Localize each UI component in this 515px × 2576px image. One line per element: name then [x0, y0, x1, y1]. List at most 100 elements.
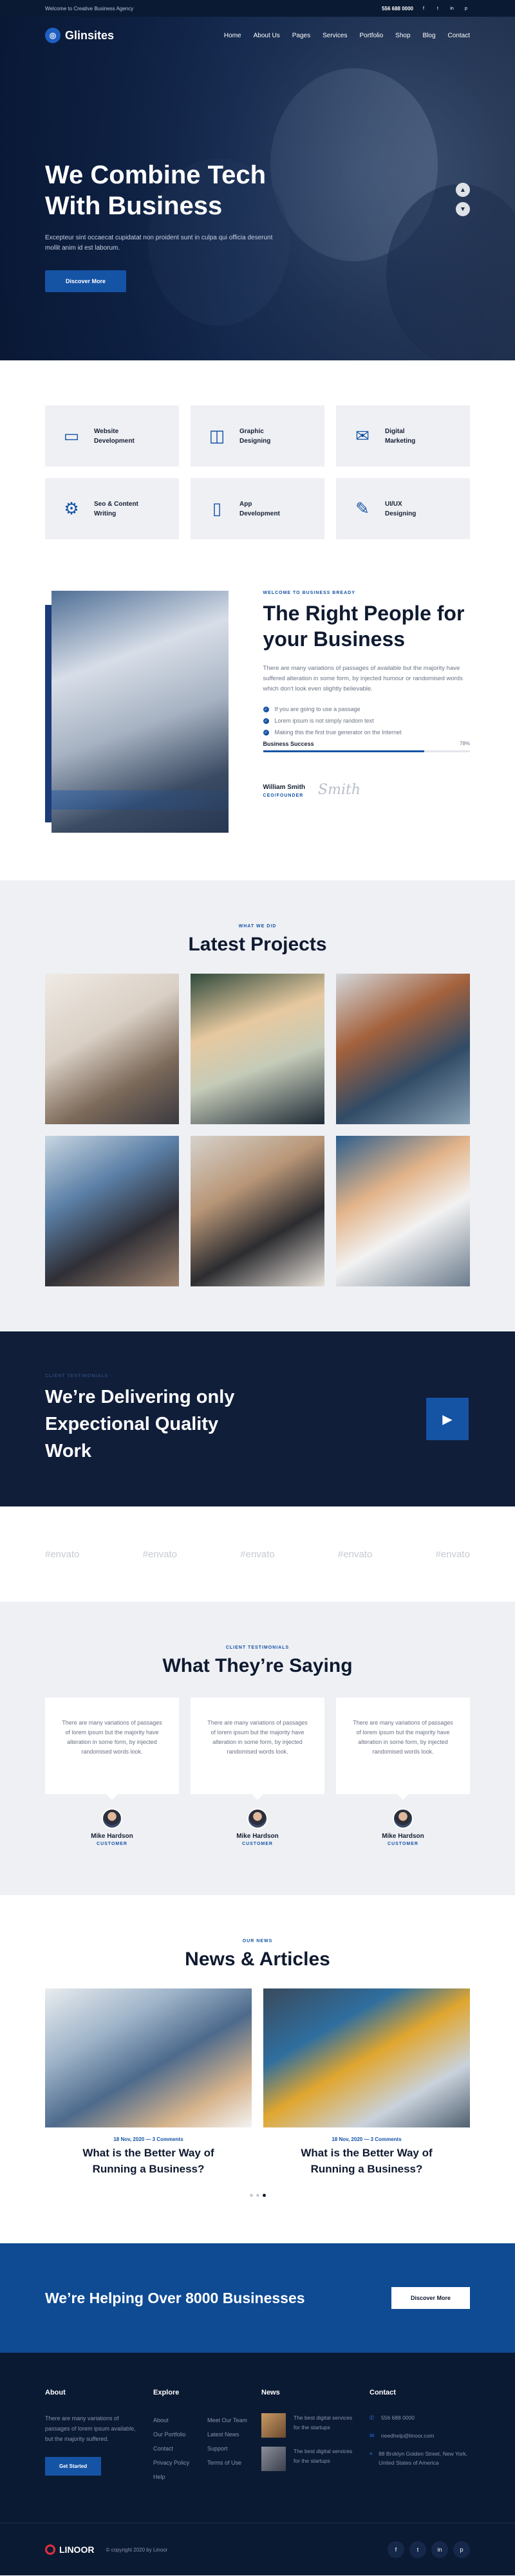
- service-card[interactable]: ◫ Graphic Designing: [191, 405, 324, 467]
- carousel-dot[interactable]: [256, 2194, 259, 2197]
- footer-link[interactable]: Our Portfolio: [153, 2427, 189, 2442]
- footer-contact: Contact ✆ 556 688 0000 ✉ needhelp@linoor.c…: [370, 2389, 470, 2484]
- nav-item-about[interactable]: About Us: [254, 32, 280, 39]
- pinterest-icon[interactable]: p: [453, 2541, 470, 2558]
- hero-title-line2: With Business: [45, 192, 223, 220]
- footer-about: About There are many variations of passa…: [45, 2389, 153, 2484]
- footer-link[interactable]: Terms of Use: [207, 2456, 247, 2470]
- footer-link[interactable]: Meet Our Team: [207, 2413, 247, 2427]
- testimonial-text: There are many variations of passages of…: [191, 1698, 324, 1800]
- service-card[interactable]: ▭ Website Development: [45, 405, 179, 467]
- facebook-icon[interactable]: f: [388, 2541, 404, 2558]
- footer-link[interactable]: Support: [207, 2442, 247, 2456]
- instagram-icon[interactable]: in: [448, 5, 456, 12]
- project-image[interactable]: [45, 974, 179, 1124]
- nav-item-blog[interactable]: Blog: [423, 32, 436, 39]
- news-image[interactable]: [263, 1988, 470, 2127]
- twitter-icon[interactable]: t: [409, 2541, 426, 2558]
- testimonial-role: CUSTOMER: [388, 1842, 418, 1846]
- news-thumbnail: [261, 2413, 286, 2438]
- footer-news-item[interactable]: The best digital services for the startu…: [261, 2447, 370, 2471]
- monitor-icon: ▭: [63, 426, 80, 445]
- footer-social: f t in p: [388, 2541, 470, 2558]
- service-card[interactable]: ✉ Digital Marketing: [336, 405, 470, 467]
- signature-role: CEO/FOUNDER: [263, 793, 304, 798]
- app-icon: ▯: [212, 499, 222, 518]
- hero-discover-button[interactable]: Discover More: [45, 270, 127, 292]
- service-title-line1: Seo & Content: [94, 500, 138, 508]
- footer-news-item[interactable]: The best digital services for the startu…: [261, 2413, 370, 2438]
- chevron-down-icon[interactable]: ▼: [456, 202, 470, 216]
- hero-title: We Combine Tech With Business: [45, 160, 303, 221]
- contact-address: 88 Broklyn Golden Street, New York, Unit…: [379, 2451, 468, 2466]
- brand-logo: #envato: [337, 1548, 373, 1560]
- news-card[interactable]: 18 Nov, 2020 — 3 Comments What is the Be…: [263, 1988, 470, 2177]
- nav-item-shop[interactable]: Shop: [395, 32, 410, 39]
- instagram-icon[interactable]: in: [431, 2541, 448, 2558]
- footer-explore-title: Explore: [153, 2389, 180, 2396]
- carousel-dot-active[interactable]: [262, 2194, 266, 2197]
- phone-number[interactable]: 556 688 0000: [382, 6, 413, 12]
- check-item: ✓ If you are going to use a passage: [263, 706, 470, 712]
- service-card[interactable]: ▯ App Development: [191, 478, 324, 539]
- contact-phone[interactable]: 556 688 0000: [381, 2413, 415, 2422]
- footer-link[interactable]: Latest News: [207, 2427, 247, 2442]
- site-logo[interactable]: ◎ Glinsites: [45, 28, 114, 43]
- cta-title: We’re Helping Over 8000 Businesses: [45, 2289, 305, 2306]
- news-section: OUR NEWS News & Articles 18 Nov, 2020 — …: [0, 1895, 515, 2243]
- nav-item-home[interactable]: Home: [224, 32, 241, 39]
- testimonial-name: Mike Hardson: [236, 1833, 279, 1840]
- nav-item-services[interactable]: Services: [323, 32, 347, 39]
- service-card[interactable]: ⚙ Seo & Content Writing: [45, 478, 179, 539]
- chevron-up-icon[interactable]: ▲: [456, 183, 470, 197]
- project-image[interactable]: [336, 1136, 470, 1286]
- signature-name: William Smith: [263, 784, 306, 791]
- about-photo-shade: [52, 790, 229, 810]
- footer-link[interactable]: About: [153, 2413, 189, 2427]
- cta-discover-button[interactable]: Discover More: [391, 2287, 470, 2309]
- news-image[interactable]: [45, 1988, 252, 2127]
- footer-link[interactable]: Privacy Policy: [153, 2456, 189, 2470]
- about-checklist: ✓ If you are going to use a passage ✓ Lore…: [263, 706, 470, 736]
- service-card[interactable]: ✎ UI/UX Designing: [336, 478, 470, 539]
- news-headline-line2: Running a Business?: [310, 2163, 423, 2175]
- brand-logo: #envato: [45, 1548, 80, 1560]
- service-title-line1: UI/UX: [385, 500, 402, 508]
- contact-email[interactable]: needhelp@linoor.com: [381, 2431, 434, 2440]
- testimonial-name: Mike Hardson: [91, 1833, 133, 1840]
- signature-image: Smith: [318, 782, 360, 798]
- brand-logos: #envato #envato #envato #envato #envato: [0, 1506, 515, 1602]
- footer-news-text: The best digital services for the startu…: [294, 2448, 353, 2464]
- footer-link[interactable]: Contact: [153, 2442, 189, 2456]
- service-title-line2: Development: [94, 437, 135, 445]
- nav-item-pages[interactable]: Pages: [292, 32, 310, 39]
- facebook-icon[interactable]: f: [420, 5, 427, 12]
- about-title-line1: The Right People for: [263, 602, 465, 625]
- footer-link[interactable]: Help: [153, 2470, 189, 2484]
- footer-logo[interactable]: LINOOR: [45, 2544, 94, 2555]
- hero-slider-arrows: ▲ ▼: [456, 183, 470, 216]
- logo-text: Glinsites: [65, 28, 115, 42]
- news-card[interactable]: 18 Nov, 2020 — 3 Comments What is the Be…: [45, 1988, 252, 2177]
- carousel-dot[interactable]: [249, 2194, 253, 2197]
- avatar: [247, 1808, 268, 1829]
- project-image[interactable]: [45, 1136, 179, 1286]
- design-icon: ◫: [209, 426, 225, 445]
- project-image[interactable]: [191, 1136, 324, 1286]
- twitter-icon[interactable]: t: [434, 5, 442, 12]
- pinterest-icon[interactable]: p: [462, 5, 470, 12]
- projects-title: Latest Projects: [188, 934, 327, 955]
- nav-item-portfolio[interactable]: Portfolio: [359, 32, 383, 39]
- play-video-button[interactable]: ▶: [426, 1398, 469, 1440]
- project-image[interactable]: [336, 974, 470, 1124]
- news-headline[interactable]: What is the Better Way of Running a Busi…: [45, 2145, 252, 2177]
- nav-item-contact[interactable]: Contact: [448, 32, 470, 39]
- news-headline-line2: Running a Business?: [92, 2163, 205, 2175]
- get-started-button[interactable]: Get Started: [45, 2457, 102, 2476]
- testimonial-card: There are many variations of passages of…: [191, 1698, 324, 1846]
- news-headline-line1: What is the Better Way of: [82, 2147, 214, 2159]
- footer-news: News The best digital services for the s…: [261, 2389, 370, 2484]
- project-image[interactable]: [191, 974, 324, 1124]
- about-section: WELCOME TO BUSINESS BREADY The Right Peo…: [0, 564, 515, 880]
- news-headline[interactable]: What is the Better Way of Running a Busi…: [263, 2145, 470, 2177]
